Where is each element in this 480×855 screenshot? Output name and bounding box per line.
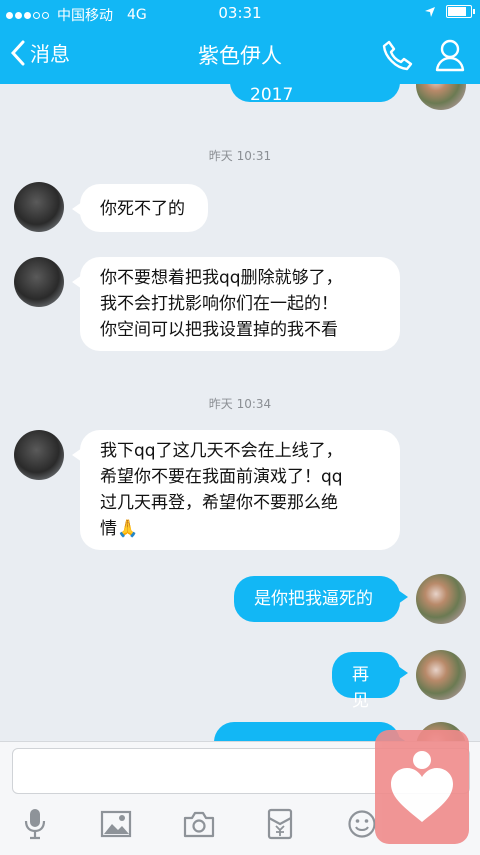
emoji-icon (348, 810, 376, 838)
camera-button[interactable] (177, 802, 221, 846)
nav-bar: 消息 紫色伊人 (0, 28, 480, 84)
red-packet-icon (267, 808, 293, 840)
mic-button[interactable] (13, 802, 57, 846)
profile-button[interactable] (434, 38, 466, 76)
timestamp: 昨天 10:34 (208, 397, 272, 411)
status-right (424, 5, 475, 18)
top-bar: 中国移动 4G 03:31 消息 紫色伊人 (0, 0, 480, 84)
phone-icon (382, 40, 413, 71)
contact-avatar[interactable] (14, 182, 64, 232)
call-button[interactable] (380, 38, 414, 76)
timestamp: 昨天 10:31 (208, 149, 272, 163)
user-icon (435, 39, 465, 72)
app-logo-watermark (375, 730, 469, 844)
image-icon (100, 810, 132, 838)
my-avatar[interactable] (416, 84, 466, 110)
location-arrow-icon (425, 6, 435, 17)
mic-icon (24, 809, 46, 840)
status-time: 03:31 (218, 4, 262, 22)
status-bar: 中国移动 4G 03:31 (0, 0, 480, 28)
message-bubble-in[interactable]: 你死不了的 (72, 184, 208, 232)
image-button[interactable] (94, 802, 138, 846)
contact-avatar[interactable] (14, 430, 64, 480)
heart-logo-icon (391, 751, 453, 822)
message-bubble-out[interactable]: 再见 (332, 652, 408, 711)
contact-avatar[interactable] (14, 257, 64, 307)
message-bubble-out[interactable]: 是你把我逼死的 (234, 576, 408, 622)
chat-area[interactable]: 14号记得我2017 昨天 10:31 你死不了的 你不要想着把我qq删除就够了… (0, 84, 480, 741)
my-avatar[interactable] (416, 574, 466, 624)
camera-icon (183, 811, 215, 838)
message-bubble-out[interactable]: 14号记得我2017 (230, 84, 400, 105)
battery-icon (446, 5, 475, 18)
message-bubble-in[interactable]: 我下qq了这几天不会在上线了， 希望你不要在我面前演戏了！qq 过几天再登，希望… (72, 430, 400, 550)
red-packet-button[interactable] (258, 802, 302, 846)
my-avatar[interactable] (416, 650, 466, 700)
message-bubble-in[interactable]: 你不要想着把我qq删除就够了， 我不会打扰影响你们在一起的！ 你空间可以把我设置… (72, 257, 400, 351)
message-bubble-out-partial[interactable] (214, 722, 408, 741)
